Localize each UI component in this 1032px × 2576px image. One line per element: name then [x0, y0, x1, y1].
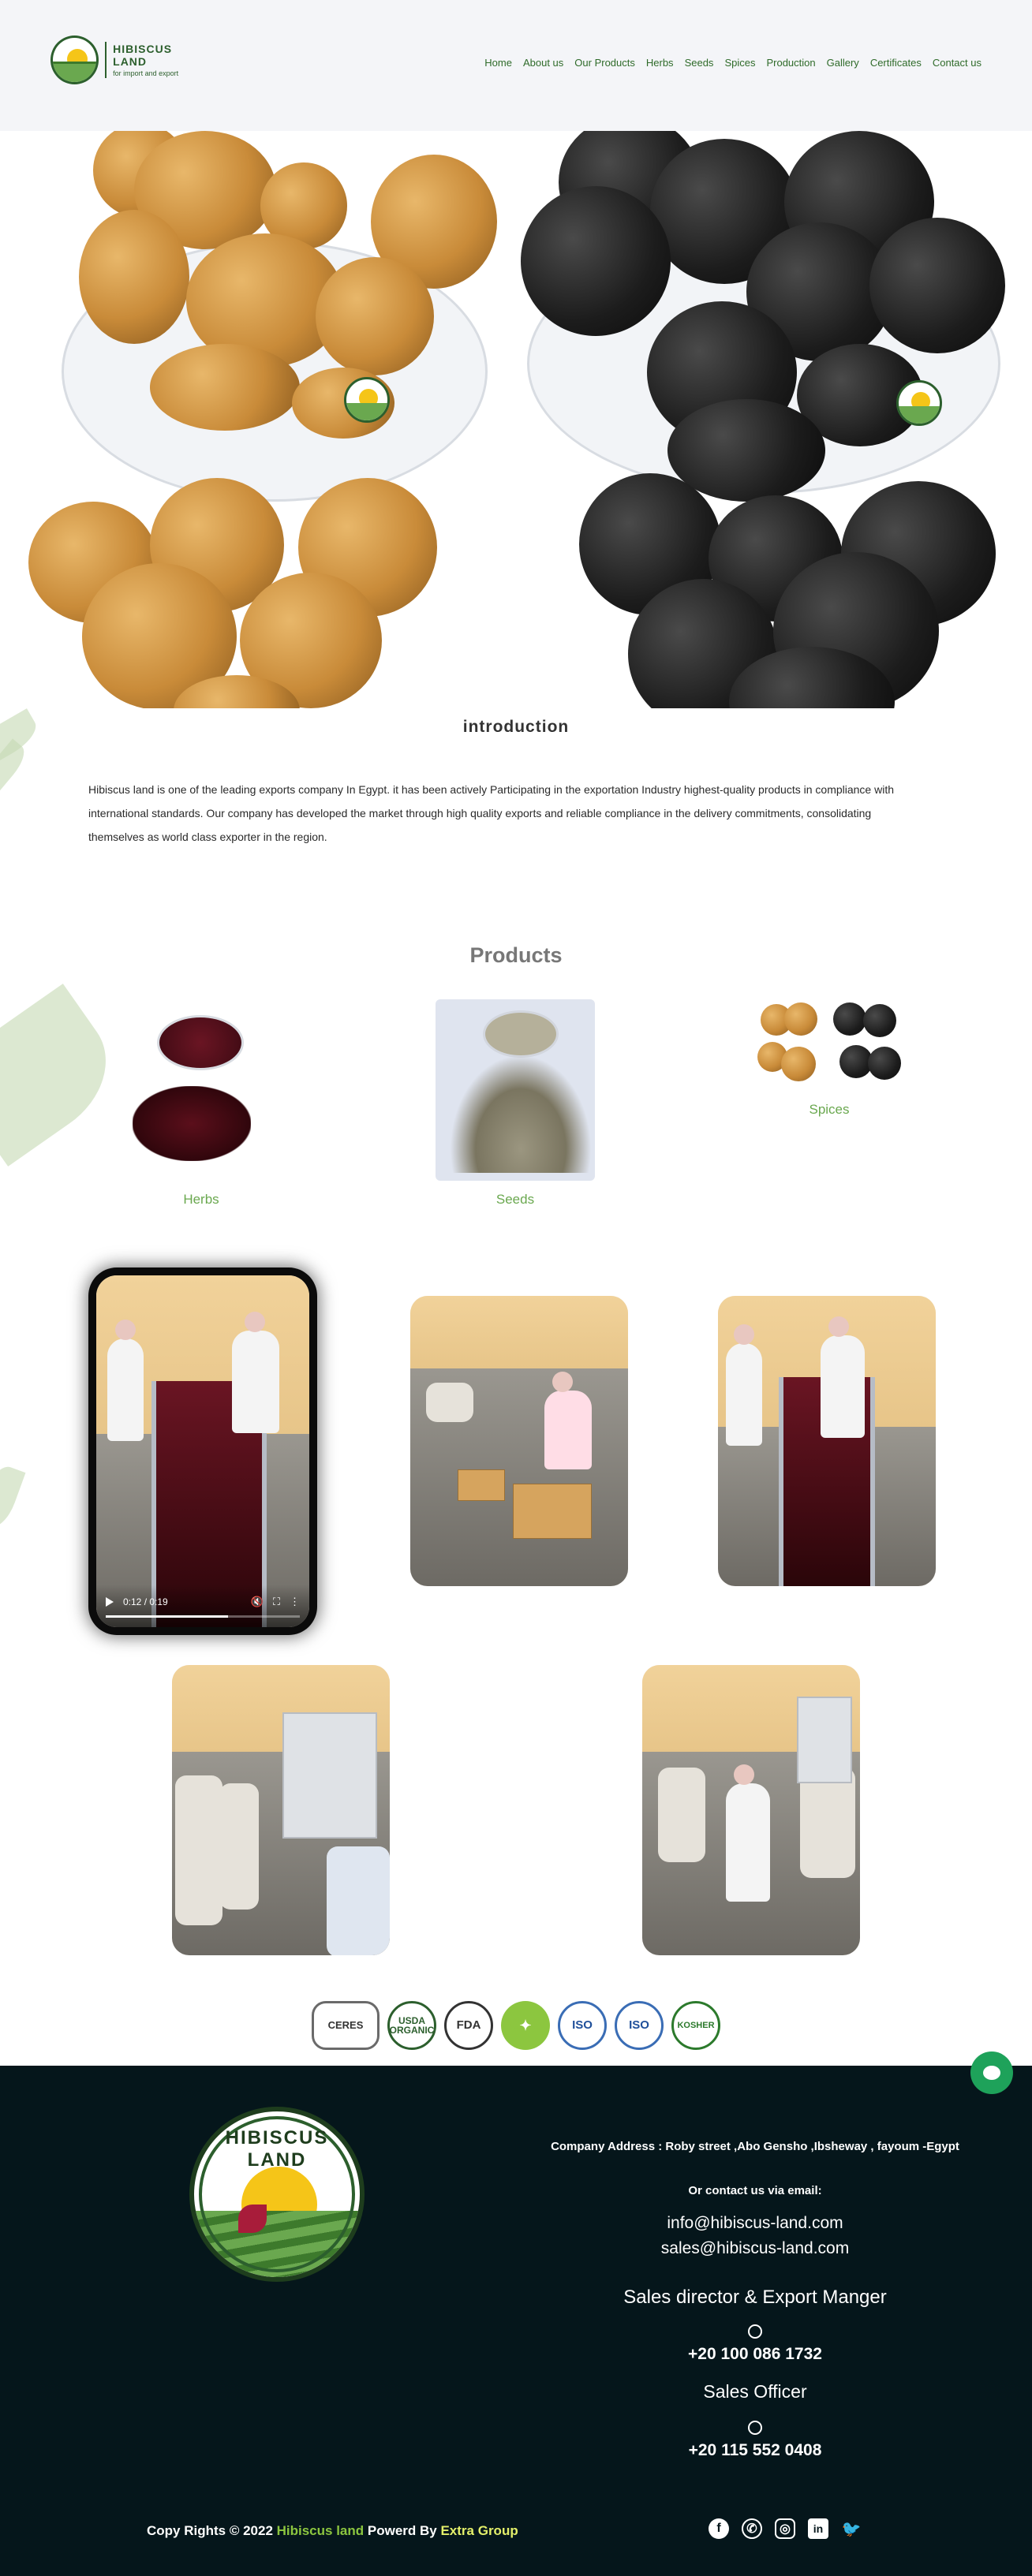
nav-seeds[interactable]: Seeds: [685, 57, 714, 69]
iso-badge-icon: ISO: [558, 2001, 607, 2050]
nav-gallery[interactable]: Gallery: [827, 57, 859, 69]
sales-director-title: Sales director & Export Manger: [623, 2287, 887, 2308]
nav-herbs[interactable]: Herbs: [646, 57, 674, 69]
dried-lemon: [150, 344, 300, 431]
intro-body: Hibiscus land is one of the leading expo…: [88, 783, 895, 843]
usda-organic-badge-icon: USDA ORGANIC: [387, 2001, 436, 2050]
nav-contact-us[interactable]: Contact us: [933, 57, 982, 69]
site-header: HIBISCUS LAND for import and export Home…: [0, 0, 1032, 131]
products-title: Products: [469, 943, 563, 967]
dried-black-lime: [869, 218, 1005, 353]
sales-director-phone[interactable]: +20 100 086 1732: [521, 2345, 989, 2364]
video-controls: 0:12 / 0:19 🔇 ⛶ ⋮: [96, 1585, 309, 1627]
spices-image[interactable]: [750, 999, 909, 1091]
production-video-thumbnail[interactable]: [718, 1296, 936, 1586]
logo-name: HIBISCUS LAND: [113, 43, 173, 68]
contact-email-intro: Or contact us via email:: [688, 2184, 822, 2197]
chat-widget-button[interactable]: [970, 2051, 1013, 2094]
dried-lemon: [316, 257, 434, 375]
site-logo[interactable]: HIBISCUS LAND for import and export: [50, 35, 208, 85]
instagram-icon[interactable]: ◎: [775, 2518, 795, 2539]
sales-officer-title: Sales Officer: [703, 2381, 807, 2402]
intro-title: introduction: [462, 718, 570, 736]
kosher-badge-icon: KOSHER: [671, 2001, 720, 2050]
hibiscus-land-sticker-icon: [344, 377, 390, 423]
nav-about-us[interactable]: About us: [523, 57, 563, 69]
eu-organic-leaf-badge-icon: ✦: [501, 2001, 550, 2050]
info-email-link[interactable]: info@hibiscus-land.com: [521, 2214, 989, 2233]
nav-certificates[interactable]: Certificates: [870, 57, 922, 69]
herbs-image[interactable]: [122, 999, 281, 1181]
nav-production[interactable]: Production: [766, 57, 815, 69]
decorative-leaf: [0, 738, 31, 797]
sales-officer-phone[interactable]: +20 115 552 0408: [521, 2441, 989, 2460]
more-options-icon[interactable]: ⋮: [290, 1596, 300, 1608]
product-card-herbs[interactable]: Herbs: [122, 999, 281, 1208]
logo-divider: [105, 42, 107, 78]
footer-logo: HIBISCUS LAND: [189, 2107, 365, 2282]
copyright-prefix: Copy Rights © 2022: [147, 2523, 277, 2538]
site-footer: HIBISCUS LAND Company Address : Roby str…: [0, 2051, 1032, 2576]
production-videos: 0:12 / 0:19 🔇 ⛶ ⋮: [0, 1252, 1032, 1985]
hibiscus-land-sticker-icon: [896, 380, 942, 426]
chat-icon: [983, 2066, 1000, 2080]
main-nav: Home About us Our Products Herbs Seeds S…: [484, 57, 982, 69]
nav-home[interactable]: Home: [484, 57, 512, 69]
iso-badge-icon: ISO: [615, 2001, 664, 2050]
products-grid: Herbs Seeds Spices: [0, 968, 1032, 1252]
fda-badge-icon: FDA: [444, 2001, 493, 2050]
product-label-herbs[interactable]: Herbs: [122, 1192, 281, 1208]
production-video-player[interactable]: 0:12 / 0:19 🔇 ⛶ ⋮: [96, 1275, 309, 1627]
linkedin-icon[interactable]: in: [808, 2518, 828, 2539]
whatsapp-icon[interactable]: [521, 2324, 989, 2343]
ceres-certified-badge-icon: CERES: [312, 2001, 380, 2050]
product-label-seeds[interactable]: Seeds: [436, 1192, 595, 1208]
sales-email-link[interactable]: sales@hibiscus-land.com: [521, 2239, 989, 2258]
copyright-company-link[interactable]: Hibiscus land: [277, 2523, 365, 2538]
company-address: Company Address : Roby street ,Abo Gensh…: [551, 2140, 959, 2153]
mute-icon[interactable]: 🔇: [251, 1596, 264, 1608]
dried-black-lime: [521, 186, 671, 336]
copyright-mid: Powerd By: [364, 2523, 441, 2538]
facebook-icon[interactable]: f: [709, 2518, 729, 2539]
hero-image: [0, 131, 1032, 708]
whatsapp-icon[interactable]: [521, 2421, 989, 2439]
product-card-spices[interactable]: Spices: [750, 999, 909, 1118]
social-links: f ✆ ◎ in 🐦: [709, 2518, 862, 2539]
product-card-seeds[interactable]: Seeds: [436, 999, 595, 1208]
nav-our-products[interactable]: Our Products: [574, 57, 635, 69]
certificates-strip: CERES USDA ORGANIC FDA ✦ ISO ISO KOSHER: [0, 1985, 1032, 2066]
fullscreen-icon[interactable]: ⛶: [273, 1596, 280, 1608]
production-video-thumbnail[interactable]: [410, 1296, 628, 1586]
product-label-spices[interactable]: Spices: [750, 1102, 909, 1118]
seeds-image[interactable]: [436, 999, 595, 1181]
footer-logo-name: HIBISCUS LAND: [225, 2127, 329, 2171]
video-progress-bar[interactable]: [106, 1615, 300, 1618]
logo-emblem-icon: [50, 35, 99, 84]
copyright-text: Copy Rights © 2022 Hibiscus land Powerd …: [147, 2523, 518, 2539]
dried-lemon: [79, 210, 189, 344]
play-icon[interactable]: [106, 1597, 114, 1607]
twitter-icon[interactable]: 🐦: [841, 2518, 862, 2539]
production-video-thumbnail[interactable]: [642, 1665, 860, 1955]
nav-spices[interactable]: Spices: [724, 57, 755, 69]
intro-section: introduction Hibiscus land is one of the…: [0, 708, 1032, 1985]
video-time: 0:12 / 0:19: [123, 1596, 168, 1607]
whatsapp-icon[interactable]: ✆: [742, 2518, 762, 2539]
powered-by-link[interactable]: Extra Group: [440, 2523, 518, 2538]
logo-tagline: for import and export: [113, 69, 179, 77]
production-video-thumbnail[interactable]: [172, 1665, 390, 1955]
